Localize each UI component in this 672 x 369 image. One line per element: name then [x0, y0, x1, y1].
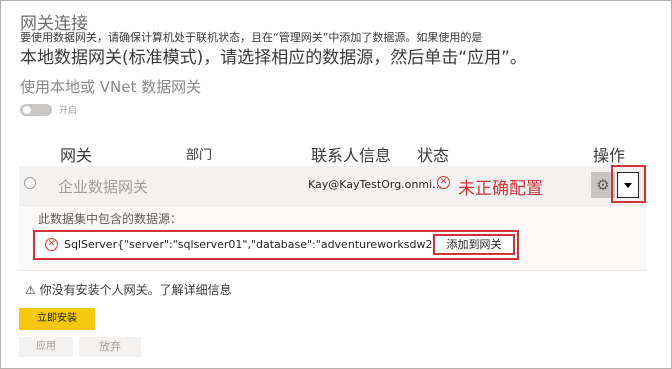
dropdown-highlight: [611, 165, 646, 203]
apply-button[interactable]: 应用: [19, 337, 73, 357]
column-header-department: 部门: [186, 148, 213, 163]
gateway-radio[interactable]: [24, 177, 36, 189]
datasource-error-icon: ✕: [45, 238, 58, 251]
add-to-gateway-button[interactable]: 添加到网关: [433, 234, 515, 255]
discard-button[interactable]: 放弃: [79, 337, 141, 357]
toggle-knob: [23, 106, 31, 114]
personal-gateway-message[interactable]: ⚠ 你没有安装个人网关。了解详细信息: [25, 281, 232, 298]
gateway-name: 企业数据网关: [58, 178, 149, 196]
toggle-state-label: 开启: [59, 106, 78, 116]
gateway-status: 未正确配置: [458, 179, 543, 199]
gateway-contact: Kay@KayTestOrg.onmi...: [308, 178, 443, 191]
column-header-contact: 联系人信息: [311, 146, 392, 165]
error-circle-icon: ✕: [437, 176, 450, 189]
column-header-gateway: 网关: [60, 146, 93, 165]
gateway-toggle[interactable]: [20, 104, 52, 116]
column-header-status: 状态: [417, 146, 450, 165]
vnet-toggle-label: 使用本地或 VNet 数据网关: [20, 78, 202, 96]
install-now-button[interactable]: 立即安装: [19, 308, 95, 330]
column-header-actions: 操作: [593, 146, 626, 165]
datasources-label: 此数据集中包含的数据源：: [38, 212, 183, 226]
datasource-connection-text: SqlServer{"server":"sqlserver01","databa…: [64, 238, 466, 251]
section-description-continued: 本地数据网关(标准模式)，请选择相应的数据源，然后单击“应用”。: [20, 48, 527, 68]
